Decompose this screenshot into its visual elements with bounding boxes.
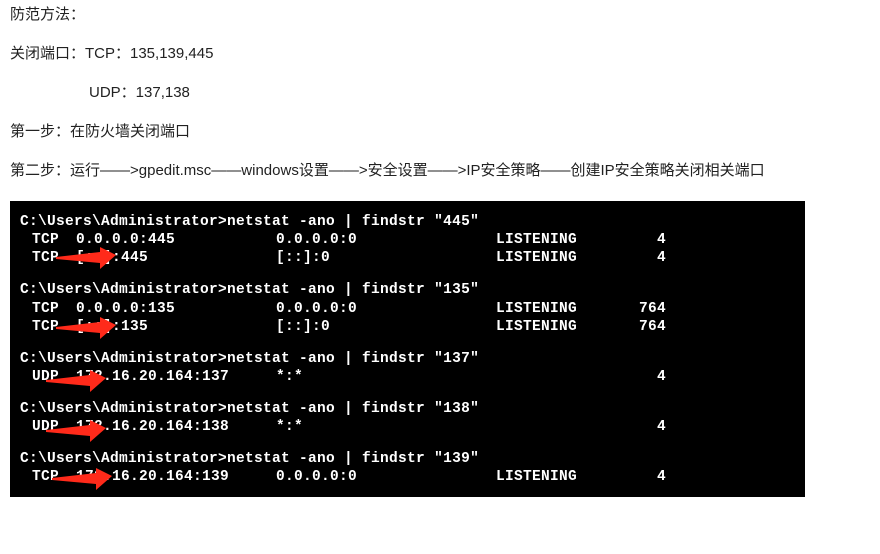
terminal-output-row: TCP0.0.0.0:1350.0.0.0:0LISTENING764 (20, 300, 795, 318)
col-protocol: UDP (20, 368, 76, 386)
terminal-command-line: C:\Users\Administrator>netstat -ano | fi… (20, 281, 795, 299)
col-pid: 764 (626, 318, 666, 336)
col-foreign-address: *:* (276, 368, 496, 386)
terminal-output-row: UDP172.16.20.164:138*:* 4 (20, 418, 795, 436)
col-pid: 764 (626, 300, 666, 318)
col-local-address: 0.0.0.0:135 (76, 300, 276, 318)
terminal-output-row: TCP[::]:135[::]:0LISTENING764 (20, 318, 795, 336)
col-foreign-address: 0.0.0.0:0 (276, 300, 496, 318)
terminal-block: C:\Users\Administrator>netstat -ano | fi… (20, 281, 795, 335)
col-local-address: 0.0.0.0:445 (76, 231, 276, 249)
col-pid: 4 (626, 249, 666, 267)
col-state: LISTENING (496, 249, 626, 267)
terminal-screenshot: C:\Users\Administrator>netstat -ano | fi… (10, 201, 805, 497)
watermark-author: @IDC陈 (809, 528, 864, 544)
col-foreign-address: 0.0.0.0:0 (276, 231, 496, 249)
terminal-block: C:\Users\Administrator>netstat -ano | fi… (20, 350, 795, 386)
terminal-output-row: UDP172.16.20.164:137*:* 4 (20, 368, 795, 386)
col-protocol: TCP (20, 300, 76, 318)
terminal-command-line: C:\Users\Administrator>netstat -ano | fi… (20, 213, 795, 231)
col-local-address: [::]:445 (76, 249, 276, 267)
article-body: 防范方法： 关闭端口：TCP：135,139,445 UDP：137,138 第… (0, 0, 880, 181)
col-pid: 4 (626, 368, 666, 386)
terminal-command-line: C:\Users\Administrator>netstat -ano | fi… (20, 350, 795, 368)
col-local-address: [::]:135 (76, 318, 276, 336)
col-local-address: 172.16.20.164:137 (76, 368, 276, 386)
terminal-command-line: C:\Users\Administrator>netstat -ano | fi… (20, 400, 795, 418)
col-pid: 4 (626, 418, 666, 436)
col-local-address: 172.16.20.164:138 (76, 418, 276, 436)
col-foreign-address: [::]:0 (276, 318, 496, 336)
zhihu-logo-icon: 知乎 (770, 526, 799, 546)
col-foreign-address: *:* (276, 418, 496, 436)
col-local-address: 172.16.20.164:139 (76, 468, 276, 486)
terminal-output-row: TCP[::]:445[::]:0LISTENING4 (20, 249, 795, 267)
col-protocol: UDP (20, 418, 76, 436)
paragraph-step2: 第二步：运行——>gpedit.msc——windows设置——>安全设置——>… (10, 160, 870, 181)
terminal-block: C:\Users\Administrator>netstat -ano | fi… (20, 213, 795, 267)
col-foreign-address: [::]:0 (276, 249, 496, 267)
col-state: LISTENING (496, 318, 626, 336)
col-protocol: TCP (20, 231, 76, 249)
terminal-output-row: TCP0.0.0.0:4450.0.0.0:0LISTENING4 (20, 231, 795, 249)
col-protocol: TCP (20, 249, 76, 267)
col-protocol: TCP (20, 468, 76, 486)
paragraph-close-ports-tcp: 关闭端口：TCP：135,139,445 (10, 43, 870, 64)
terminal-block: C:\Users\Administrator>netstat -ano | fi… (20, 450, 795, 486)
col-protocol: TCP (20, 318, 76, 336)
col-pid: 4 (626, 231, 666, 249)
watermark: 知乎 @IDC陈 (770, 526, 864, 546)
col-pid: 4 (626, 468, 666, 486)
paragraph-prevention-title: 防范方法： (10, 4, 870, 25)
terminal-command-line: C:\Users\Administrator>netstat -ano | fi… (20, 450, 795, 468)
col-foreign-address: 0.0.0.0:0 (276, 468, 496, 486)
terminal-block: C:\Users\Administrator>netstat -ano | fi… (20, 400, 795, 436)
col-state: LISTENING (496, 300, 626, 318)
terminal-output-row: TCP172.16.20.164:1390.0.0.0:0LISTENING4 (20, 468, 795, 486)
paragraph-close-ports-udp: UDP：137,138 (10, 82, 870, 103)
col-state: LISTENING (496, 231, 626, 249)
paragraph-step1: 第一步：在防火墙关闭端口 (10, 121, 870, 142)
col-state: LISTENING (496, 468, 626, 486)
